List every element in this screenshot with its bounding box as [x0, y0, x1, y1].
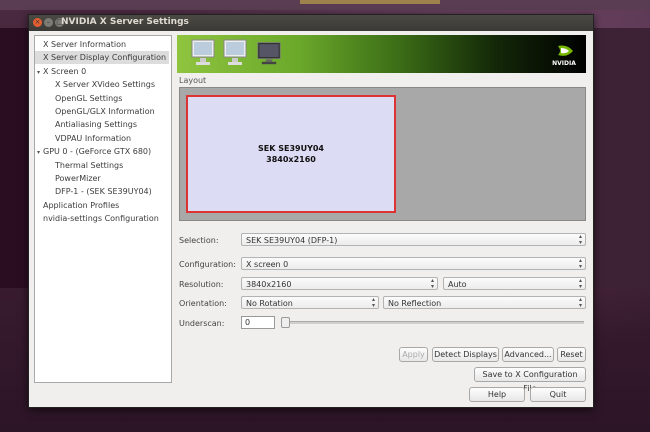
svg-text:NVIDIA: NVIDIA [552, 60, 576, 67]
minimize-window-button[interactable]: – [44, 18, 53, 27]
monitor-icon [257, 42, 281, 65]
tree-item[interactable]: OpenGL Settings [35, 92, 169, 105]
tree-item-label: OpenGL Settings [55, 93, 123, 103]
selection-dropdown[interactable]: SEK SE39UY04 (DFP-1) ▴ ▾ [241, 233, 586, 246]
window-titlebar[interactable]: × – □ NVIDIA X Server Settings [29, 15, 593, 31]
reflection-dropdown[interactable]: No Reflection ▴ ▾ [383, 296, 586, 309]
tree-item[interactable]: nvidia-settings Configuration [35, 212, 169, 225]
tree-item[interactable]: X Server Display Configuration [35, 51, 169, 65]
background-window-right [592, 28, 650, 288]
tree-item-label: X Screen 0 [43, 66, 87, 76]
selection-label: Selection: [179, 236, 219, 245]
window-title: NVIDIA X Server Settings [61, 17, 189, 27]
updown-arrow-icon: ▴ ▾ [578, 296, 582, 309]
close-window-button[interactable]: × [33, 18, 42, 27]
detect-displays-button[interactable]: Detect Displays [432, 347, 499, 362]
tree-item-label: DFP-1 - (SEK SE39UY04) [55, 187, 152, 197]
tree-item-label: Application Profiles [43, 200, 120, 210]
quit-button[interactable]: Quit [530, 387, 586, 402]
updown-arrow-icon: ▴ ▾ [578, 257, 582, 270]
nvidia-settings-window: × – □ NVIDIA X Server Settings X Server … [28, 14, 594, 408]
display-name: SEK SE39UY04 [258, 144, 324, 153]
tree-item-label: OpenGL/GLX Information [55, 107, 155, 116]
tree-item[interactable]: ▾ GPU 0 - (GeForce GTX 680) [35, 145, 169, 158]
tree-item[interactable]: OpenGL/GLX Information [35, 105, 169, 118]
tree-item[interactable]: VDPAU Information [35, 132, 169, 145]
underscan-input[interactable]: 0 [241, 316, 275, 329]
underscan-slider-handle[interactable] [281, 317, 290, 328]
nvidia-logo: NVIDIA [552, 45, 576, 67]
tree-item-label: X Server Information [43, 40, 127, 49]
orientation-label: Orientation: [179, 299, 227, 308]
underscan-slider-track[interactable] [284, 321, 584, 324]
display-resolution: 3840x2160 [266, 155, 316, 164]
monitor-icon [223, 39, 247, 65]
monitor-icon [191, 39, 215, 65]
underscan-label: Underscan: [179, 319, 225, 328]
tree-item[interactable]: PowerMizer [35, 172, 169, 185]
display-screen-block[interactable]: SEK SE39UY04 3840x2160 [186, 95, 396, 213]
updown-arrow-icon: ▴ ▾ [430, 277, 434, 290]
save-config-button[interactable]: Save to X Configuration File [474, 367, 586, 393]
tree-item-label: Antialiasing Settings [55, 120, 138, 130]
tree-item-label: Thermal Settings [55, 160, 124, 170]
tree-item[interactable]: X Server XVideo Settings [35, 78, 169, 91]
navigation-tree: X Server Information X Server Display Con… [34, 35, 172, 383]
tree-item-label: nvidia-settings Configuration [43, 214, 159, 224]
tree-item[interactable]: Application Profiles [35, 199, 169, 212]
resolution-dropdown[interactable]: 3840x2160 ▴ ▾ [241, 277, 438, 290]
refresh-rate-dropdown[interactable]: Auto ▴ ▾ [443, 277, 586, 290]
updown-arrow-icon: ▴ ▾ [578, 277, 582, 290]
rotation-dropdown[interactable]: No Rotation ▴ ▾ [241, 296, 379, 309]
help-button[interactable]: Help [469, 387, 525, 402]
advanced-button[interactable]: Advanced... [502, 347, 554, 362]
updown-arrow-icon: ▴ ▾ [371, 296, 375, 309]
tree-item[interactable]: X Server Information [35, 38, 169, 51]
configuration-label: Configuration: [179, 260, 236, 269]
top-panel [0, 0, 650, 10]
reset-button[interactable]: Reset [557, 347, 586, 362]
tree-item-label: VDPAU Information [55, 133, 132, 143]
updown-arrow-icon: ▴ ▾ [578, 233, 582, 246]
tree-item[interactable]: ▾ X Screen 0 [35, 65, 169, 78]
tree-item-label: PowerMizer [55, 174, 101, 183]
layout-label: Layout [179, 76, 207, 85]
tree-item-label: GPU 0 - (GeForce GTX 680) [43, 147, 152, 157]
tree-item[interactable]: Antialiasing Settings [35, 118, 169, 131]
apply-button[interactable]: Apply [399, 347, 428, 362]
resolution-label: Resolution: [179, 280, 224, 289]
nvidia-banner: NVIDIA [177, 35, 586, 73]
display-layout-area[interactable]: SEK SE39UY04 3840x2160 [179, 87, 586, 221]
tree-item[interactable]: Thermal Settings [35, 159, 169, 172]
tree-item-label: X Server Display Configuration [43, 53, 167, 63]
configuration-dropdown[interactable]: X screen 0 ▴ ▾ [241, 257, 586, 270]
tree-item[interactable]: DFP-1 - (SEK SE39UY04) [35, 185, 169, 198]
tree-item-label: X Server XVideo Settings [55, 80, 156, 90]
